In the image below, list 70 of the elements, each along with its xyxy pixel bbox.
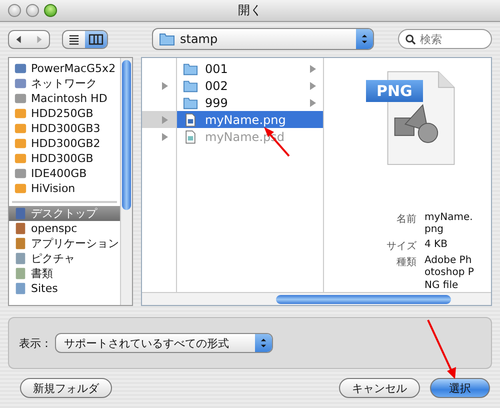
info-value: 4 KB [424,238,448,252]
filter-label: 表示： [19,336,52,350]
external-icon [14,122,27,135]
sidebar-item[interactable]: 書類 [9,266,120,281]
selected-row[interactable] [142,111,176,128]
disclosure-arrow-icon [310,64,316,72]
info-value: myName.png [424,212,474,236]
scrollbar[interactable] [142,292,491,305]
sidebar-item[interactable]: HDD250GB [9,106,120,121]
info-label: サイズ [386,240,416,252]
search-icon [405,34,416,45]
sidebar-item[interactable]: HDD300GB [9,151,120,166]
folder-icon [183,78,198,92]
desktop-icon [14,207,27,220]
search-field[interactable]: 検索 [398,29,492,49]
new-folder-button[interactable]: 新規フォルダ [20,378,112,398]
column-view-icon[interactable] [85,30,107,48]
sidebar-item[interactable]: HiVision [9,181,120,196]
disclosure-arrow-icon [310,98,316,106]
sidebar-item[interactable]: IDE400GB [9,166,120,181]
scrollbar[interactable] [120,58,132,305]
file-item[interactable]: 999 [177,94,323,111]
minimize-button[interactable] [26,4,39,17]
home-icon [14,222,27,235]
sidebar-item[interactable]: アプリケーション [9,236,120,251]
sidebar-item[interactable]: デスクトップ [9,206,120,221]
file-item[interactable]: 002 [177,77,323,94]
window-title: 開く [238,2,262,19]
sidebar-item[interactable]: Sites [9,281,120,296]
document-icon [183,112,198,126]
sidebar-item[interactable]: HDD300GB3 [9,121,120,136]
sidebar-item[interactable]: HDD300GB2 [9,136,120,151]
documents-icon [14,267,27,280]
external-icon [14,137,27,150]
external-icon [14,182,27,195]
network-icon [14,77,27,90]
disclosure-arrow-icon [162,132,168,140]
sidebar-item[interactable]: ネットワーク [9,76,120,91]
sidebar-item[interactable]: openspc [9,221,120,236]
folder-icon [183,62,198,76]
file-item[interactable]: 001 [177,60,323,77]
close-button[interactable] [8,4,21,17]
pictures-icon [14,252,27,265]
folder-icon [159,32,175,46]
apps-icon [14,237,27,250]
external-icon [14,107,27,120]
external-icon [14,152,27,165]
disclosure-arrow-icon [162,82,168,90]
disclosure-arrow-icon [310,82,316,90]
stepper-icon [255,334,272,352]
cancel-button[interactable]: キャンセル [339,378,420,398]
document-icon [183,130,198,144]
scroll-thumb[interactable] [276,295,451,304]
sidebar-item[interactable]: PowerMacG5x2 [9,61,120,76]
format-popup[interactable]: サポートされているすべての形式 [55,333,273,353]
sidebar-item[interactable]: Macintosh HD [9,91,120,106]
annotation-arrow [426,318,458,380]
scroll-thumb[interactable] [122,60,131,210]
file-item[interactable]: myName.png [177,111,323,128]
sidebar-item[interactable]: ピクチャ [9,251,120,266]
choose-button[interactable]: 選択 [430,378,490,398]
info-label: 名前 [396,212,416,226]
sites-icon [14,282,27,295]
computer-icon [14,62,27,75]
info-value: Adobe Photoshop PNG file [424,254,475,292]
disclosure-arrow-icon [162,116,168,124]
info-label: 種類 [396,256,416,270]
zoom-button[interactable] [44,4,57,17]
path-popup[interactable]: stamp [152,28,374,50]
stepper-icon [356,29,373,49]
